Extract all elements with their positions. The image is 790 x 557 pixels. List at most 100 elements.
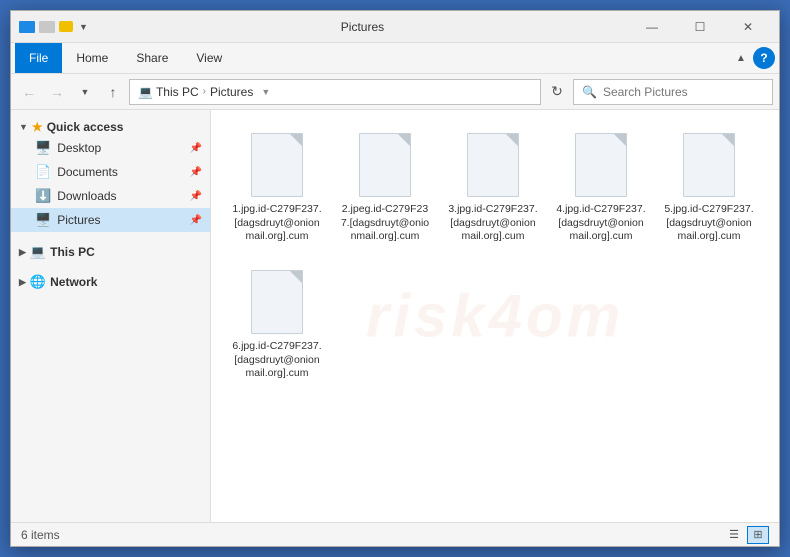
file-icon bbox=[247, 266, 307, 338]
address-path[interactable]: 💻 This PC › Pictures ▼ bbox=[129, 79, 541, 105]
file-page-fold bbox=[614, 134, 626, 146]
quick-access-arrow: ▼ bbox=[19, 122, 28, 132]
file-item[interactable]: 1.jpg.id-C279F237.[dagsdruyt@onionmail.o… bbox=[227, 122, 327, 251]
file-icon bbox=[463, 129, 523, 201]
sidebar-item-pictures[interactable]: 🖥️ Pictures 📌 bbox=[11, 208, 210, 232]
sidebar: ▼ ★ Quick access 🖥️ Desktop 📌 📄 Document… bbox=[11, 110, 211, 522]
quick-access-header[interactable]: ▼ ★ Quick access bbox=[11, 114, 210, 136]
file-item[interactable]: 4.jpg.id-C279F237.[dagsdruyt@onionmail.o… bbox=[551, 122, 651, 251]
tab-share[interactable]: Share bbox=[122, 43, 182, 73]
file-icon bbox=[679, 129, 739, 201]
file-area: risk4om 1.jpg.id-C279F237.[dagsdruyt@oni… bbox=[211, 110, 779, 522]
network-header[interactable]: ▶ 🌐 Network bbox=[11, 268, 210, 292]
maximize-button[interactable]: ☐ bbox=[677, 11, 723, 43]
downloads-pin: 📌 bbox=[190, 191, 202, 202]
file-name: 4.jpg.id-C279F237.[dagsdruyt@onionmail.o… bbox=[556, 203, 646, 244]
file-page-fold bbox=[722, 134, 734, 146]
file-icon bbox=[247, 129, 307, 201]
grid-view-button[interactable]: ⊞ bbox=[747, 526, 769, 544]
ribbon-collapse-button[interactable]: ▲ bbox=[729, 46, 753, 70]
window-controls: — ☐ ✕ bbox=[629, 11, 771, 43]
file-item[interactable]: 6.jpg.id-C279F237.[dagsdruyt@onionmail.o… bbox=[227, 259, 327, 388]
file-page bbox=[251, 133, 303, 197]
documents-icon: 📄 bbox=[35, 164, 51, 180]
pictures-icon: 🖥️ bbox=[35, 212, 51, 228]
file-page bbox=[575, 133, 627, 197]
pictures-label: Pictures bbox=[57, 213, 183, 227]
tab-view[interactable]: View bbox=[182, 43, 236, 73]
documents-pin: 📌 bbox=[190, 167, 202, 178]
ribbon: File Home Share View ▲ ? bbox=[11, 43, 779, 74]
item-count: 6 items bbox=[21, 528, 60, 542]
path-this-pc: 💻 This PC bbox=[138, 85, 199, 99]
this-pc-header[interactable]: ▶ 💻 This PC bbox=[11, 238, 210, 262]
downloads-label: Downloads bbox=[57, 189, 183, 203]
this-pc-label: This PC bbox=[50, 245, 95, 259]
quick-access-label: Quick access bbox=[47, 120, 124, 134]
file-page-fold bbox=[398, 134, 410, 146]
file-name: 6.jpg.id-C279F237.[dagsdruyt@onionmail.o… bbox=[232, 340, 322, 381]
pictures-pin: 📌 bbox=[190, 215, 202, 226]
file-page bbox=[683, 133, 735, 197]
file-icon bbox=[571, 129, 631, 201]
search-box[interactable]: 🔍 bbox=[573, 79, 773, 105]
title-bar-icons: ▼ bbox=[19, 21, 88, 33]
file-page-fold bbox=[290, 134, 302, 146]
file-item[interactable]: 3.jpg.id-C279F237.[dagsdruyt@onionmail.o… bbox=[443, 122, 543, 251]
tab-home[interactable]: Home bbox=[62, 43, 122, 73]
desktop-label: Desktop bbox=[57, 141, 183, 155]
sidebar-item-downloads[interactable]: ⬇️ Downloads 📌 bbox=[11, 184, 210, 208]
minimize-button[interactable]: — bbox=[629, 11, 675, 43]
network-label: Network bbox=[50, 275, 97, 289]
view-buttons: ☰ ⊞ bbox=[723, 526, 769, 544]
network-icon: 🌐 bbox=[30, 274, 46, 290]
app-icon-blue bbox=[19, 21, 35, 33]
file-name: 1.jpg.id-C279F237.[dagsdruyt@onionmail.o… bbox=[232, 203, 322, 244]
recent-locations-button[interactable]: ▼ bbox=[73, 80, 97, 104]
file-page bbox=[467, 133, 519, 197]
status-bar: 6 items ☰ ⊞ bbox=[11, 522, 779, 546]
sidebar-item-documents[interactable]: 📄 Documents 📌 bbox=[11, 160, 210, 184]
title-bar: ▼ Pictures — ☐ ✕ bbox=[11, 11, 779, 43]
star-icon: ★ bbox=[32, 120, 43, 134]
files-grid: 1.jpg.id-C279F237.[dagsdruyt@onionmail.o… bbox=[227, 122, 763, 388]
window-title: Pictures bbox=[96, 20, 629, 34]
app-icon-yellow bbox=[59, 21, 73, 32]
sidebar-item-desktop[interactable]: 🖥️ Desktop 📌 bbox=[11, 136, 210, 160]
file-page-fold bbox=[506, 134, 518, 146]
address-bar: ← → ▼ ↑ 💻 This PC › Pictures ▼ ↻ 🔍 bbox=[11, 74, 779, 110]
network-arrow: ▶ bbox=[19, 277, 26, 288]
close-button[interactable]: ✕ bbox=[725, 11, 771, 43]
help-button[interactable]: ? bbox=[753, 47, 775, 69]
this-pc-arrow: ▶ bbox=[19, 247, 26, 258]
back-button[interactable]: ← bbox=[17, 80, 41, 104]
file-name: 5.jpg.id-C279F237.[dagsdruyt@onionmail.o… bbox=[664, 203, 754, 244]
ribbon-tabs: File Home Share View ▲ ? bbox=[11, 43, 779, 73]
this-pc-icon: 💻 bbox=[30, 244, 46, 260]
search-icon: 🔍 bbox=[582, 85, 597, 99]
explorer-window: ▼ Pictures — ☐ ✕ File Home Share View ▲ … bbox=[10, 10, 780, 547]
main-content: ▼ ★ Quick access 🖥️ Desktop 📌 📄 Document… bbox=[11, 110, 779, 522]
file-page bbox=[251, 270, 303, 334]
file-page-fold bbox=[290, 271, 302, 283]
dropdown-arrow[interactable]: ▼ bbox=[79, 22, 88, 32]
tab-file[interactable]: File bbox=[15, 43, 62, 73]
desktop-icon: 🖥️ bbox=[35, 140, 51, 156]
forward-button[interactable]: → bbox=[45, 80, 69, 104]
file-icon bbox=[355, 129, 415, 201]
file-page bbox=[359, 133, 411, 197]
path-separator-1: › bbox=[203, 86, 206, 97]
refresh-button[interactable]: ↻ bbox=[545, 80, 569, 104]
file-item[interactable]: 2.jpeg.id-C279F237.[dagsdruyt@onionmail.… bbox=[335, 122, 435, 251]
file-item[interactable]: 5.jpg.id-C279F237.[dagsdruyt@onionmail.o… bbox=[659, 122, 759, 251]
path-pictures: Pictures bbox=[210, 85, 253, 99]
search-input[interactable] bbox=[603, 85, 764, 99]
path-dropdown-arrow[interactable]: ▼ bbox=[261, 87, 270, 97]
file-name: 3.jpg.id-C279F237.[dagsdruyt@onionmail.o… bbox=[448, 203, 538, 244]
file-name: 2.jpeg.id-C279F237.[dagsdruyt@onionmail.… bbox=[340, 203, 430, 244]
up-button[interactable]: ↑ bbox=[101, 80, 125, 104]
downloads-icon: ⬇️ bbox=[35, 188, 51, 204]
desktop-pin: 📌 bbox=[190, 143, 202, 154]
list-view-button[interactable]: ☰ bbox=[723, 526, 745, 544]
documents-label: Documents bbox=[57, 165, 183, 179]
